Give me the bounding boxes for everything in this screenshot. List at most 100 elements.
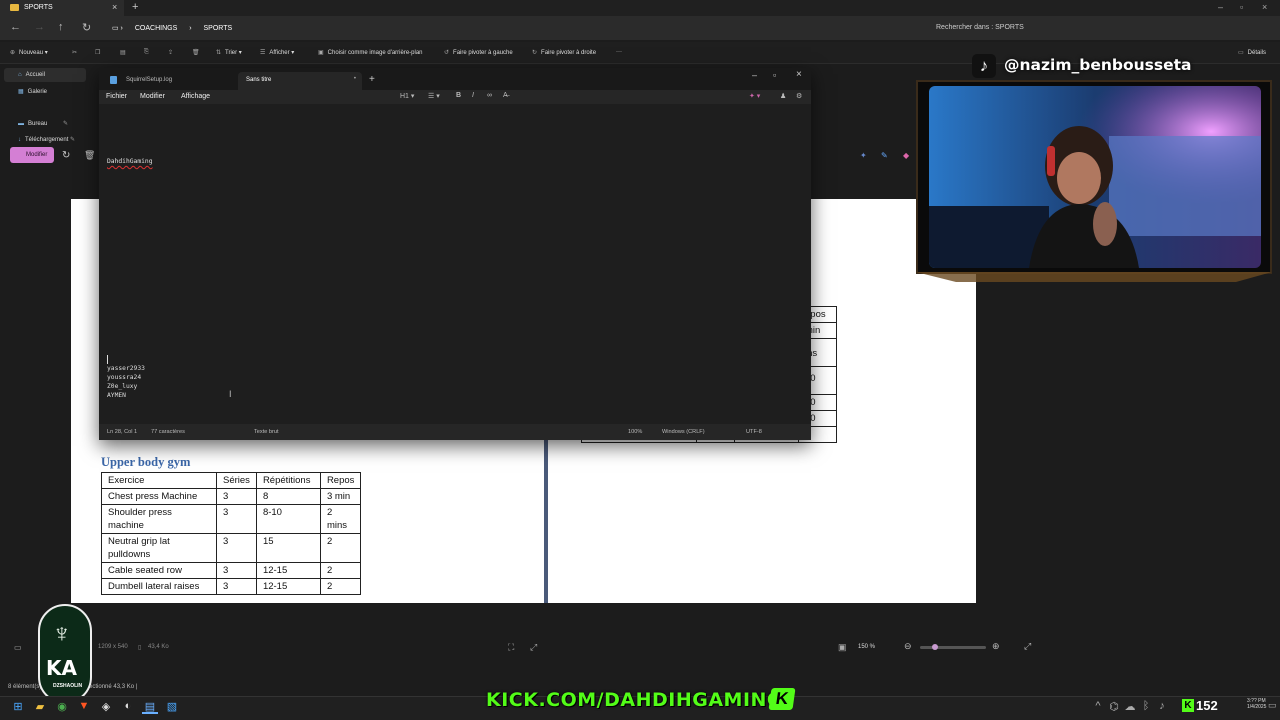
rotate-right-button[interactable]: ↻ Faire pivoter à droite (532, 49, 596, 56)
notepad-zoom[interactable]: 100% (628, 429, 642, 435)
brave-icon[interactable]: ▼ (76, 700, 92, 714)
up-icon[interactable]: ↑ (58, 21, 64, 33)
settings-icon[interactable]: ⚙ (796, 92, 802, 100)
italic-icon[interactable]: I (472, 92, 474, 99)
delete-icon[interactable]: 🗑 (192, 49, 204, 56)
fullscreen-icon[interactable]: ⤢ (530, 642, 537, 653)
heading-dropdown[interactable]: H1 ▾ (400, 92, 414, 100)
close-tab-icon[interactable]: × (112, 2, 117, 12)
copilot-icon[interactable]: ✦ (860, 151, 867, 160)
cut-icon[interactable]: ✂ (72, 49, 81, 56)
trash-icon[interactable]: 🗑 (84, 150, 95, 161)
rotate-left-button[interactable]: ↺ Faire pivoter à gauche (444, 49, 513, 56)
view-button[interactable]: ☰ Afficher ▾ (260, 49, 294, 56)
filmstrip-icon[interactable]: ▭ (14, 643, 22, 652)
back-icon[interactable]: ← (10, 21, 21, 33)
rotate-icon[interactable]: ↻ (62, 150, 70, 161)
desktop-icon: ▬ (18, 121, 24, 127)
obs-icon[interactable]: ◐ (120, 700, 136, 714)
paint-icon[interactable]: ◆ (903, 151, 909, 160)
sidebar-item-bureau[interactable]: ▬ Bureau ✎ (18, 120, 68, 127)
maximize-icon[interactable]: ▫ (1240, 2, 1243, 12)
share-icon[interactable]: ✎ (881, 151, 888, 160)
minimize-icon[interactable]: – (752, 70, 757, 80)
breadcrumb[interactable]: ▭ › COACHINGS › SPORTS (104, 20, 924, 36)
new-button[interactable]: ⊕ Nouveau ▾ (10, 49, 48, 56)
account-icon[interactable]: ♟ (780, 92, 786, 100)
file-format[interactable]: Texte brut (254, 429, 279, 435)
editor-line: AYMEN (107, 392, 126, 399)
details-button[interactable]: ▭ Détails (1238, 49, 1266, 56)
table-cell: Dumbell lateral raises (101, 578, 217, 595)
link-icon[interactable]: ∞ (487, 92, 492, 99)
start-icon[interactable]: ⊞ (10, 700, 26, 714)
menu-affichage[interactable]: Affichage (181, 93, 210, 100)
explorer-titlebar (0, 0, 1280, 16)
table-header: Répétitions (255, 472, 321, 489)
editor-line: Z0e_luxy (107, 383, 138, 390)
actual-size-icon[interactable]: ▣ (838, 642, 847, 653)
notepad-taskbar-icon[interactable]: ▤ (142, 700, 158, 714)
table-row: Cable seated row 3 12-15 2 (101, 562, 362, 579)
notepad-editor[interactable] (99, 104, 811, 424)
speaker-icon[interactable]: ♪ (1154, 700, 1170, 714)
line-ending[interactable]: Windows (CRLF) (662, 429, 705, 435)
new-tab-button[interactable]: + (132, 1, 138, 13)
zoom-slider-thumb[interactable] (932, 644, 938, 650)
copy-icon[interactable]: ❐ (95, 49, 104, 56)
search-input[interactable]: Rechercher dans : SPORTS (930, 20, 1270, 36)
close-window-icon[interactable]: × (1262, 2, 1267, 12)
minimize-icon[interactable]: – (1218, 2, 1223, 12)
table-header: Exercice (101, 472, 217, 489)
set-wallpaper-button[interactable]: ▣ Choisir comme image d'arrière-plan (318, 49, 423, 56)
tray-chevron-icon[interactable]: ^ (1090, 700, 1106, 714)
zoom-out-icon[interactable]: ⊖ (904, 641, 912, 652)
copilot-icon[interactable]: ✦ ▾ (749, 92, 760, 100)
expand-icon[interactable]: ⤢ (1024, 641, 1031, 652)
ibeam-cursor-icon: I (229, 389, 232, 399)
table-cell: 3 (216, 562, 257, 579)
rename-icon[interactable]: ⎘ (144, 49, 153, 56)
menu-fichier[interactable]: Fichier (106, 93, 127, 100)
more-options-icon[interactable]: ··· (616, 49, 622, 55)
forward-icon[interactable]: → (34, 21, 45, 33)
breadcrumb-item[interactable]: SPORTS (204, 25, 233, 32)
edit-button[interactable]: Modifier (10, 147, 54, 163)
zoom-slider[interactable] (920, 646, 986, 649)
clear-format-icon[interactable]: A̶ (503, 92, 508, 99)
close-tab-icon[interactable]: • (354, 76, 356, 82)
notepad-tab[interactable]: SquirrelSetup.log (104, 72, 236, 88)
notepad-tab-active[interactable]: Sans titre • (238, 72, 362, 90)
fit-screen-icon[interactable]: ⛶ (508, 642, 514, 653)
new-tab-button[interactable]: + (369, 74, 375, 85)
sidebar-item-accueil[interactable]: ⌂ Accueil (18, 72, 45, 78)
file-explorer-icon[interactable]: ▰ (32, 700, 48, 714)
list-dropdown[interactable]: ☰ ▾ (428, 92, 440, 100)
clock[interactable]: 3:?? PM 1/4/2025 (1247, 698, 1266, 710)
bluetooth-icon[interactable]: ᛒ (1138, 700, 1154, 714)
sidebar-item-galerie[interactable]: ▦ Galerie (18, 88, 47, 95)
paste-icon[interactable]: ▤ (120, 49, 130, 56)
cloud-icon[interactable]: ☁ (1122, 700, 1138, 714)
explorer-tab[interactable]: SPORTS × (0, 0, 124, 16)
close-window-icon[interactable]: × (796, 69, 802, 80)
editor-line: yasser2933 (107, 365, 145, 372)
chrome-icon[interactable]: ◉ (54, 700, 70, 714)
maximize-icon[interactable]: ▫ (773, 70, 776, 80)
zoom-level[interactable]: 150 % (858, 644, 875, 650)
breadcrumb-item[interactable]: COACHINGS (135, 25, 177, 32)
logo-subtext: DZSHAOLIN (53, 683, 83, 689)
zoom-in-icon[interactable]: ⊕ (992, 641, 1000, 652)
notifications-icon[interactable]: ▭ (1268, 700, 1277, 711)
photos-icon[interactable]: ▧ (164, 700, 180, 714)
sidebar-item-telechargement[interactable]: ↓ Téléchargement ✎ (18, 136, 75, 143)
menu-modifier[interactable]: Modifier (140, 93, 165, 100)
sort-button[interactable]: ⇅ Trier ▾ (216, 49, 242, 56)
text-caret (107, 355, 108, 364)
vpn-icon[interactable]: ◈ (98, 700, 114, 714)
network-icon[interactable]: ⌬ (1106, 700, 1122, 714)
encoding[interactable]: UTF-8 (746, 429, 762, 435)
share-icon[interactable]: ⇪ (168, 49, 177, 56)
refresh-icon[interactable]: ↻ (82, 21, 91, 34)
bold-icon[interactable]: B (456, 92, 461, 99)
